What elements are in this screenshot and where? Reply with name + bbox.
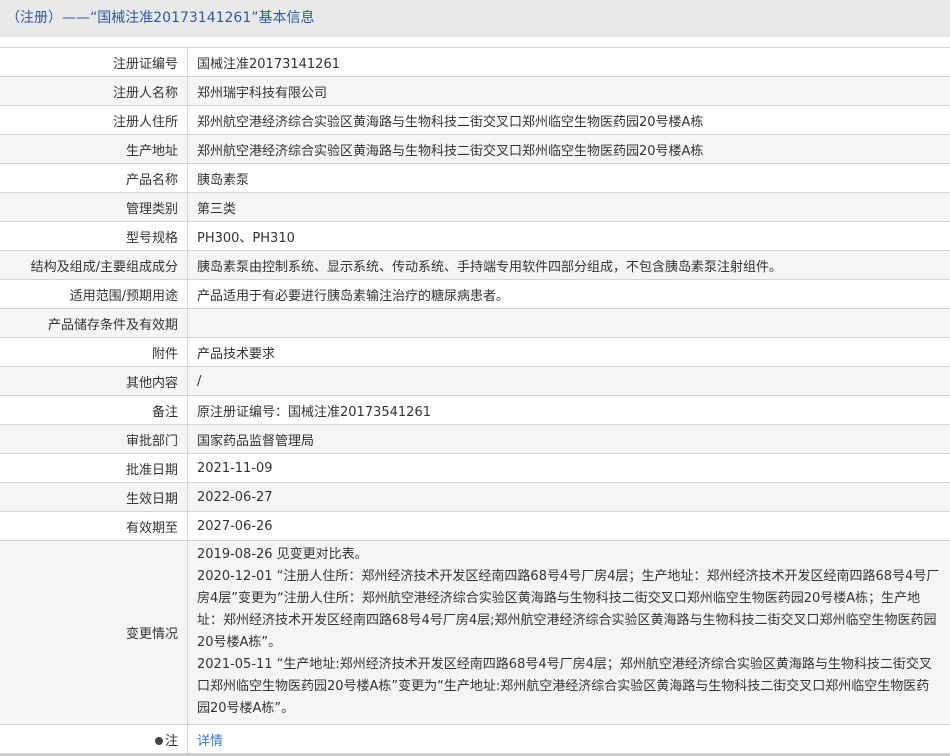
row-value: 2027-06-26 bbox=[188, 512, 950, 541]
row-value: 第三类 bbox=[188, 193, 950, 222]
row-label: 批准日期 bbox=[0, 454, 188, 483]
row-value: 郑州航空港经济综合实验区黄海路与生物科技二街交叉口郑州临空生物医药园20号楼A栋 bbox=[188, 135, 950, 164]
table-row: 生效日期2022-06-27 bbox=[0, 483, 950, 512]
table-row: 其他内容/ bbox=[0, 367, 950, 396]
change-entry: 2019-08-26 见变更对比表。 bbox=[197, 544, 941, 566]
row-value: 产品技术要求 bbox=[188, 338, 950, 367]
row-value: 2019-08-26 见变更对比表。 2020-12-01 “注册人住所：郑州经… bbox=[188, 541, 950, 725]
table-row: 备注原注册证编号：国械注准20173541261 bbox=[0, 396, 950, 425]
table-row: 适用范围/预期用途产品适用于有必要进行胰岛素输注治疗的糖尿病患者。 bbox=[0, 280, 950, 309]
table-row: 产品名称胰岛素泵 bbox=[0, 164, 950, 193]
pin-icon bbox=[155, 737, 163, 745]
change-entry: 2021-05-11 “生产地址:郑州经济技术开发区经南四路68号4号厂房4层；… bbox=[197, 654, 941, 720]
row-label: 产品名称 bbox=[0, 164, 188, 193]
row-value: 胰岛素泵由控制系统、显示系统、传动系统、手持端专用软件四部分组成，不包含胰岛素泵… bbox=[188, 251, 950, 280]
row-label: 附件 bbox=[0, 338, 188, 367]
row-label: 适用范围/预期用途 bbox=[0, 280, 188, 309]
row-label: 有效期至 bbox=[0, 512, 188, 541]
table-row-note: 注 详情 bbox=[0, 725, 950, 755]
row-value: 2022-06-27 bbox=[188, 483, 950, 512]
table-row: 生产地址郑州航空港经济综合实验区黄海路与生物科技二街交叉口郑州临空生物医药园20… bbox=[0, 135, 950, 164]
table-row: 附件产品技术要求 bbox=[0, 338, 950, 367]
row-value: 原注册证编号：国械注准20173541261 bbox=[188, 396, 950, 425]
row-label: 注册证编号 bbox=[0, 48, 188, 77]
table-row: 注册人名称郑州瑞宇科技有限公司 bbox=[0, 77, 950, 106]
row-label: 审批部门 bbox=[0, 425, 188, 454]
row-label: 其他内容 bbox=[0, 367, 188, 396]
row-value: 郑州航空港经济综合实验区黄海路与生物科技二街交叉口郑州临空生物医药园20号楼A栋 bbox=[188, 106, 950, 135]
table-row: 批准日期2021-11-09 bbox=[0, 454, 950, 483]
row-label: 型号规格 bbox=[0, 222, 188, 251]
table-row-changes: 变更情况 2019-08-26 见变更对比表。 2020-12-01 “注册人住… bbox=[0, 541, 950, 725]
table-row: 审批部门国家药品监督管理局 bbox=[0, 425, 950, 454]
row-label: 管理类别 bbox=[0, 193, 188, 222]
change-entry: 2020-12-01 “注册人住所：郑州经济技术开发区经南四路68号4号厂房4层… bbox=[197, 566, 941, 654]
row-label: 注册人名称 bbox=[0, 77, 188, 106]
row-value: 详情 bbox=[188, 725, 950, 755]
row-label: 备注 bbox=[0, 396, 188, 425]
row-value bbox=[188, 309, 950, 338]
table-row: 型号规格PH300、PH310 bbox=[0, 222, 950, 251]
row-label: 注 bbox=[0, 725, 188, 755]
table-row: 结构及组成/主要组成成分胰岛素泵由控制系统、显示系统、传动系统、手持端专用软件四… bbox=[0, 251, 950, 280]
table-row: 产品储存条件及有效期 bbox=[0, 309, 950, 338]
row-label: 生效日期 bbox=[0, 483, 188, 512]
row-value: 国械注准20173141261 bbox=[188, 48, 950, 77]
table-row: 注册证编号国械注准20173141261 bbox=[0, 48, 950, 77]
info-table: 注册证编号国械注准20173141261注册人名称郑州瑞宇科技有限公司注册人住所… bbox=[0, 47, 950, 756]
row-value: 郑州瑞宇科技有限公司 bbox=[188, 77, 950, 106]
row-value: PH300、PH310 bbox=[188, 222, 950, 251]
row-label: 变更情况 bbox=[0, 541, 188, 725]
row-value: / bbox=[188, 367, 950, 396]
row-value: 产品适用于有必要进行胰岛素输注治疗的糖尿病患者。 bbox=[188, 280, 950, 309]
table-row: 管理类别第三类 bbox=[0, 193, 950, 222]
table-row: 注册人住所郑州航空港经济综合实验区黄海路与生物科技二街交叉口郑州临空生物医药园2… bbox=[0, 106, 950, 135]
row-value: 胰岛素泵 bbox=[188, 164, 950, 193]
row-value: 国家药品监督管理局 bbox=[188, 425, 950, 454]
table-row: 有效期至2027-06-26 bbox=[0, 512, 950, 541]
row-label: 生产地址 bbox=[0, 135, 188, 164]
page-title: （注册）——“国械注准20173141261”基本信息 bbox=[0, 0, 950, 37]
row-label: 结构及组成/主要组成成分 bbox=[0, 251, 188, 280]
row-value: 2021-11-09 bbox=[188, 454, 950, 483]
row-label: 注册人住所 bbox=[0, 106, 188, 135]
details-link[interactable]: 详情 bbox=[197, 734, 223, 749]
note-label: 注 bbox=[165, 734, 178, 749]
row-label: 产品储存条件及有效期 bbox=[0, 309, 188, 338]
